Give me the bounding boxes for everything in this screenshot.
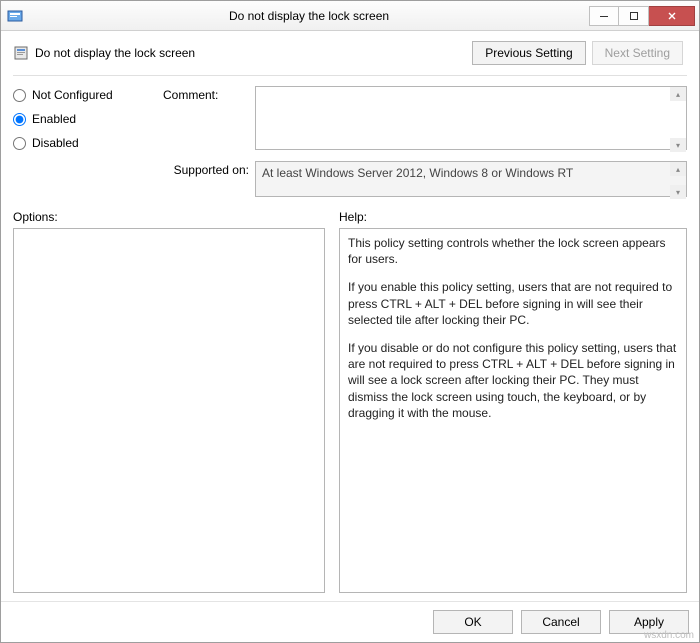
supported-textarea: [255, 161, 687, 197]
maximize-button[interactable]: [619, 6, 649, 26]
radio-not-configured-label: Not Configured: [32, 88, 113, 102]
policy-icon: [13, 45, 29, 61]
help-label: Help:: [339, 210, 687, 224]
cancel-button[interactable]: Cancel: [521, 610, 601, 634]
policy-title: Do not display the lock screen: [35, 46, 472, 60]
scroll-up-icon[interactable]: ▴: [670, 87, 686, 101]
radio-disabled[interactable]: Disabled: [13, 136, 153, 150]
comment-label: Comment:: [163, 86, 249, 102]
help-paragraph: If you disable or do not configure this …: [348, 340, 678, 421]
scroll-down-icon[interactable]: ▾: [670, 138, 686, 152]
window-title: Do not display the lock screen: [29, 9, 589, 23]
supported-scroll: ▴ ▾: [670, 162, 686, 199]
previous-setting-button[interactable]: Previous Setting: [472, 41, 585, 65]
app-icon: [7, 8, 23, 24]
help-paragraph: If you enable this policy setting, users…: [348, 279, 678, 328]
options-pane: [13, 228, 325, 593]
radio-disabled-label: Disabled: [32, 136, 79, 150]
close-button[interactable]: [649, 6, 695, 26]
help-paragraph: This policy setting controls whether the…: [348, 235, 678, 267]
radio-not-configured[interactable]: Not Configured: [13, 88, 153, 102]
divider: [13, 75, 687, 76]
radio-disabled-input[interactable]: [13, 137, 26, 150]
scroll-up-icon[interactable]: ▴: [670, 162, 686, 176]
apply-button[interactable]: Apply: [609, 610, 689, 634]
minimize-button[interactable]: [589, 6, 619, 26]
state-radios: Not Configured Enabled Disabled: [13, 86, 153, 200]
content-area: Do not display the lock screen Previous …: [1, 31, 699, 601]
comment-textarea[interactable]: [255, 86, 687, 150]
supported-label: Supported on:: [163, 161, 249, 177]
options-label: Options:: [13, 210, 325, 224]
header-row: Do not display the lock screen Previous …: [13, 41, 687, 65]
titlebar: Do not display the lock screen: [1, 1, 699, 31]
help-pane: This policy setting controls whether the…: [339, 228, 687, 593]
window-controls: [589, 6, 695, 26]
ok-button[interactable]: OK: [433, 610, 513, 634]
radio-enabled-label: Enabled: [32, 112, 76, 126]
config-row: Not Configured Enabled Disabled Comment:…: [13, 86, 687, 200]
comment-scroll: ▴ ▾: [670, 87, 686, 152]
next-setting-button[interactable]: Next Setting: [592, 41, 683, 65]
footer: OK Cancel Apply: [1, 601, 699, 642]
radio-enabled[interactable]: Enabled: [13, 112, 153, 126]
scroll-down-icon[interactable]: ▾: [670, 185, 686, 199]
pane-labels: Options: Help:: [13, 210, 687, 224]
radio-not-configured-input[interactable]: [13, 89, 26, 102]
radio-enabled-input[interactable]: [13, 113, 26, 126]
panes: This policy setting controls whether the…: [13, 228, 687, 593]
